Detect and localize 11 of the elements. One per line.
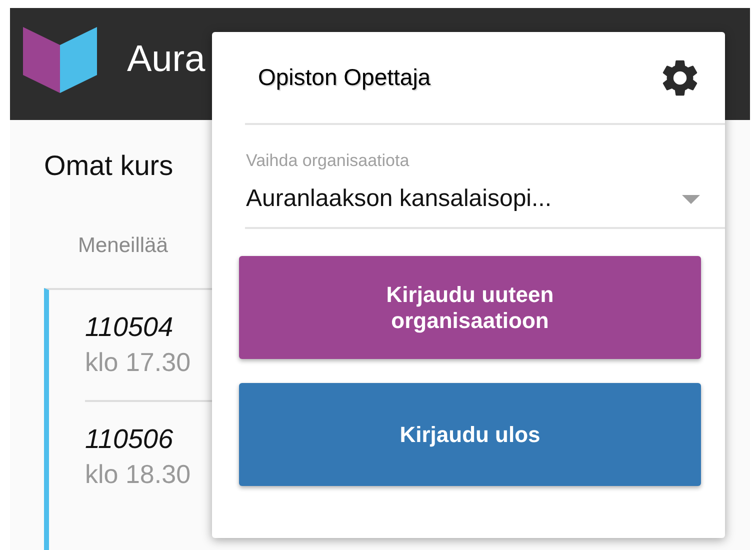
caret-icon	[682, 194, 700, 204]
menu-button[interactable]: Kirjaudu ulos	[239, 383, 701, 486]
user-name: Opiston Opettaja	[258, 64, 431, 91]
menu-button[interactable]: Kirjaudu uuteen organisaatioon	[239, 256, 701, 359]
page-heading: Omat kurs	[44, 150, 174, 182]
logo-icon	[23, 27, 97, 93]
course-time: klo 18.30	[85, 459, 192, 490]
app-title: Aura	[127, 38, 206, 80]
course-time: klo 17.30	[85, 347, 192, 378]
organization-select[interactable]: Auranlaakson kansalaisopi...	[246, 185, 700, 213]
field-label: Vaihda organisaatiota	[246, 151, 410, 171]
